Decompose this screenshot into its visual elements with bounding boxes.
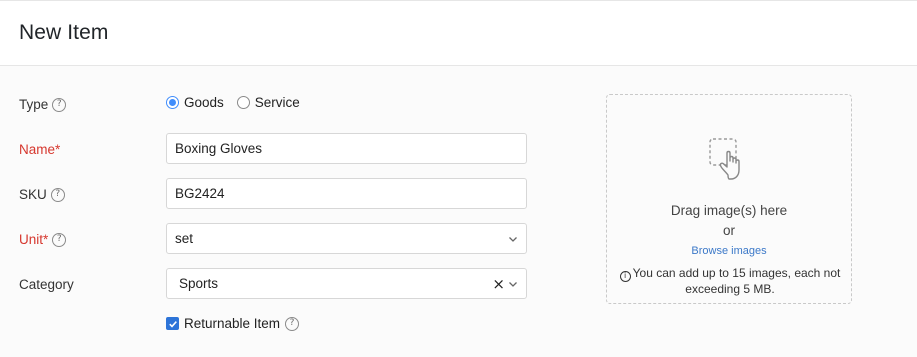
clear-icon[interactable]: × bbox=[492, 275, 505, 293]
image-dropzone[interactable]: Drag image(s) here or Browse images i You… bbox=[606, 94, 852, 304]
radio-service-indicator[interactable] bbox=[236, 96, 250, 109]
returnable-label[interactable]: Returnable Item bbox=[184, 316, 280, 331]
name-input-value: Boxing Gloves bbox=[175, 141, 263, 156]
sku-help-icon[interactable]: ? bbox=[50, 187, 65, 202]
returnable-checkbox[interactable] bbox=[166, 317, 179, 330]
drag-hand-icon bbox=[709, 138, 740, 180]
sku-label-row: SKU ? bbox=[19, 187, 65, 202]
type-help-icon[interactable]: ? bbox=[52, 97, 67, 112]
check-icon bbox=[168, 320, 177, 328]
dropzone-or: or bbox=[722, 223, 735, 238]
name-input[interactable]: Boxing Gloves bbox=[166, 133, 527, 164]
radio-goods-indicator[interactable] bbox=[166, 96, 179, 109]
unit-label: Unit* bbox=[19, 232, 49, 247]
info-circle-icon: i bbox=[619, 270, 631, 282]
dropzone-title: Drag image(s) here bbox=[670, 203, 788, 218]
radio-goods[interactable]: Goods bbox=[166, 95, 224, 110]
chevron-down-icon[interactable] bbox=[508, 279, 518, 289]
sku-input[interactable]: BG2424 bbox=[166, 178, 527, 209]
dropzone-note-text: You can add up to 15 images, each not ex… bbox=[632, 266, 841, 296]
radio-goods-label: Goods bbox=[184, 95, 224, 110]
unit-select[interactable]: set bbox=[166, 223, 527, 254]
type-label-row: Type ? bbox=[19, 97, 67, 112]
unit-label-row: Unit* ? bbox=[19, 232, 67, 247]
radio-service-label: Service bbox=[254, 95, 300, 110]
unit-help-icon[interactable]: ? bbox=[52, 232, 67, 247]
browse-images-link[interactable]: Browse images bbox=[607, 245, 851, 257]
page-header: New Item bbox=[0, 0, 917, 66]
name-label: Name* bbox=[19, 142, 61, 157]
page-title: New Item bbox=[19, 21, 109, 44]
name-label-row: Name* bbox=[19, 142, 60, 157]
category-label: Category bbox=[19, 277, 74, 292]
category-select-value: Sports bbox=[179, 276, 219, 291]
returnable-row: Returnable Item ? bbox=[166, 316, 300, 331]
unit-select-value: set bbox=[175, 231, 194, 246]
category-select[interactable]: Sports × bbox=[166, 268, 527, 299]
category-label-row: Category bbox=[19, 277, 74, 292]
radio-service[interactable]: Service bbox=[236, 95, 300, 110]
sku-input-value: BG2424 bbox=[175, 186, 225, 201]
type-label: Type bbox=[19, 97, 49, 112]
item-form: Type ? Goods Service Name* Boxing Gloves… bbox=[0, 66, 917, 357]
type-radio-group: Goods Service bbox=[166, 95, 313, 110]
dropzone-note: i You can add up to 15 images, each not e… bbox=[615, 266, 845, 297]
returnable-help-icon[interactable]: ? bbox=[285, 316, 300, 331]
chevron-down-icon[interactable] bbox=[508, 234, 518, 244]
sku-label: SKU bbox=[19, 187, 47, 202]
